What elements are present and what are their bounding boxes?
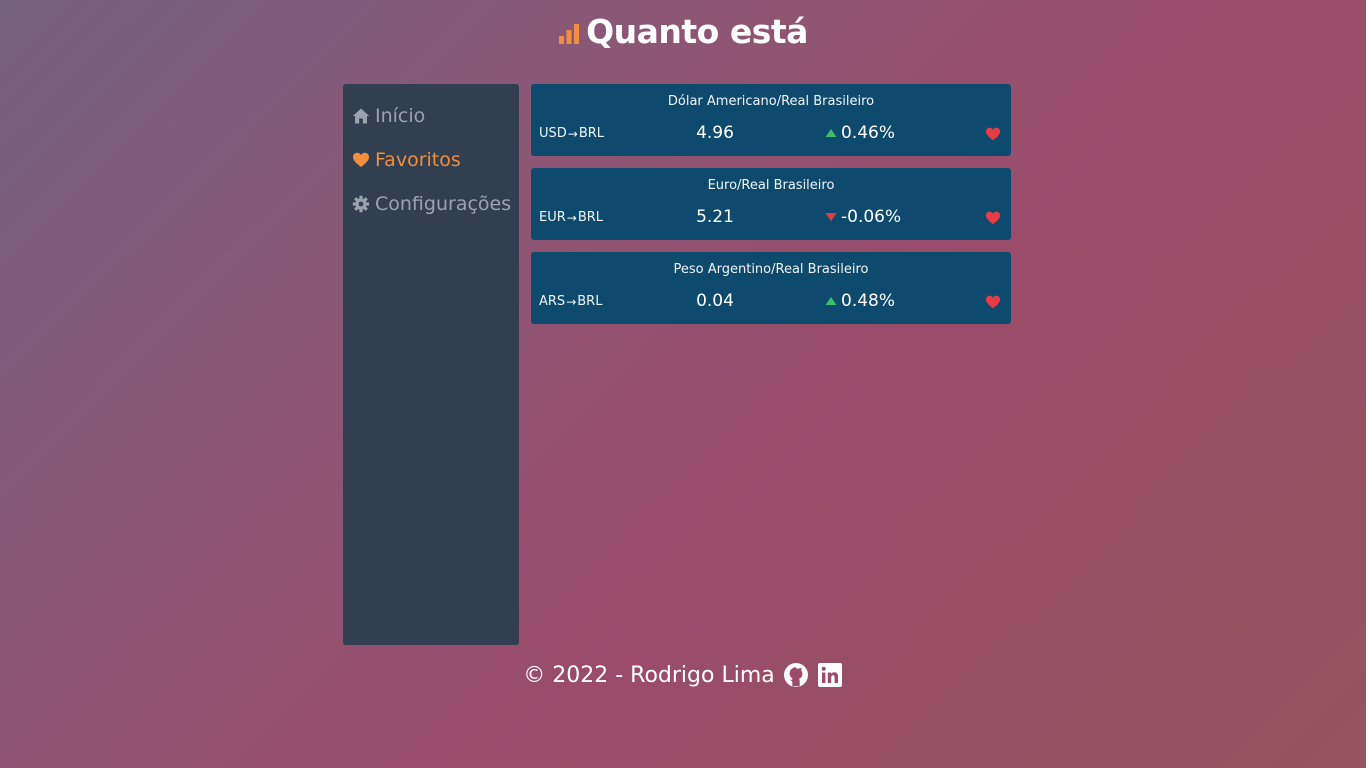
caret-down-icon xyxy=(825,213,837,221)
footer-copyright: © 2022 - Rodrigo Lima xyxy=(523,662,775,688)
currency-to: BRL xyxy=(578,126,605,141)
currency-card[interactable]: Dólar Americano/Real Brasileiro USD → BR… xyxy=(531,84,1011,156)
currency-card[interactable]: Euro/Real Brasileiro EUR → BRL 5.21 -0.0… xyxy=(531,168,1011,240)
currency-to: BRL xyxy=(577,210,604,225)
currency-list: Dólar Americano/Real Brasileiro USD → BR… xyxy=(531,84,1011,336)
currency-change-value: 0.48% xyxy=(841,291,896,311)
sidebar-item-label: Início xyxy=(375,105,426,127)
footer: © 2022 - Rodrigo Lima xyxy=(0,662,1366,688)
currency-change-value: -0.06% xyxy=(841,207,902,227)
currency-price: 0.04 xyxy=(696,291,734,311)
currency-pair: USD → BRL xyxy=(539,126,604,141)
sidebar-item-label: Configurações xyxy=(375,193,512,215)
currency-from: ARS xyxy=(539,294,566,309)
arrow-right-icon: → xyxy=(566,210,577,225)
currency-card[interactable]: Peso Argentino/Real Brasileiro ARS → BRL… xyxy=(531,252,1011,324)
bar-chart-icon xyxy=(558,22,580,44)
currency-pair: ARS → BRL xyxy=(539,294,602,309)
caret-up-icon xyxy=(825,297,837,305)
sidebar-item-configuracoes[interactable]: Configurações xyxy=(343,182,519,226)
favorite-heart-icon[interactable] xyxy=(985,126,1001,142)
favorite-heart-icon[interactable] xyxy=(985,294,1001,310)
sidebar-item-label: Favoritos xyxy=(375,149,461,171)
currency-from: EUR xyxy=(539,210,566,225)
currency-change: -0.06% xyxy=(825,207,901,227)
linkedin-icon[interactable] xyxy=(817,662,843,688)
currency-pair: EUR → BRL xyxy=(539,210,603,225)
arrow-right-icon: → xyxy=(566,294,577,309)
currency-card-title: Peso Argentino/Real Brasileiro xyxy=(673,262,869,277)
sidebar: Início Favoritos Configurações xyxy=(343,84,519,645)
arrow-right-icon: → xyxy=(567,126,578,141)
currency-change-value: 0.46% xyxy=(841,123,896,143)
favorite-heart-icon[interactable] xyxy=(985,210,1001,226)
sidebar-item-inicio[interactable]: Início xyxy=(343,94,519,138)
gear-icon xyxy=(352,195,370,213)
currency-price: 4.96 xyxy=(696,123,734,143)
currency-card-title: Euro/Real Brasileiro xyxy=(707,178,835,193)
currency-card-title: Dólar Americano/Real Brasileiro xyxy=(667,94,875,109)
sidebar-item-favoritos[interactable]: Favoritos xyxy=(343,138,519,182)
github-icon[interactable] xyxy=(783,662,809,688)
currency-change: 0.46% xyxy=(825,123,895,143)
caret-up-icon xyxy=(825,129,837,137)
currency-price: 5.21 xyxy=(696,207,734,227)
currency-to: BRL xyxy=(577,294,603,309)
currency-from: USD xyxy=(539,126,567,141)
heart-icon xyxy=(352,151,370,169)
header: Quanto está xyxy=(0,12,1366,51)
currency-change: 0.48% xyxy=(825,291,895,311)
home-icon xyxy=(352,107,370,125)
app-title: Quanto está xyxy=(586,12,808,51)
